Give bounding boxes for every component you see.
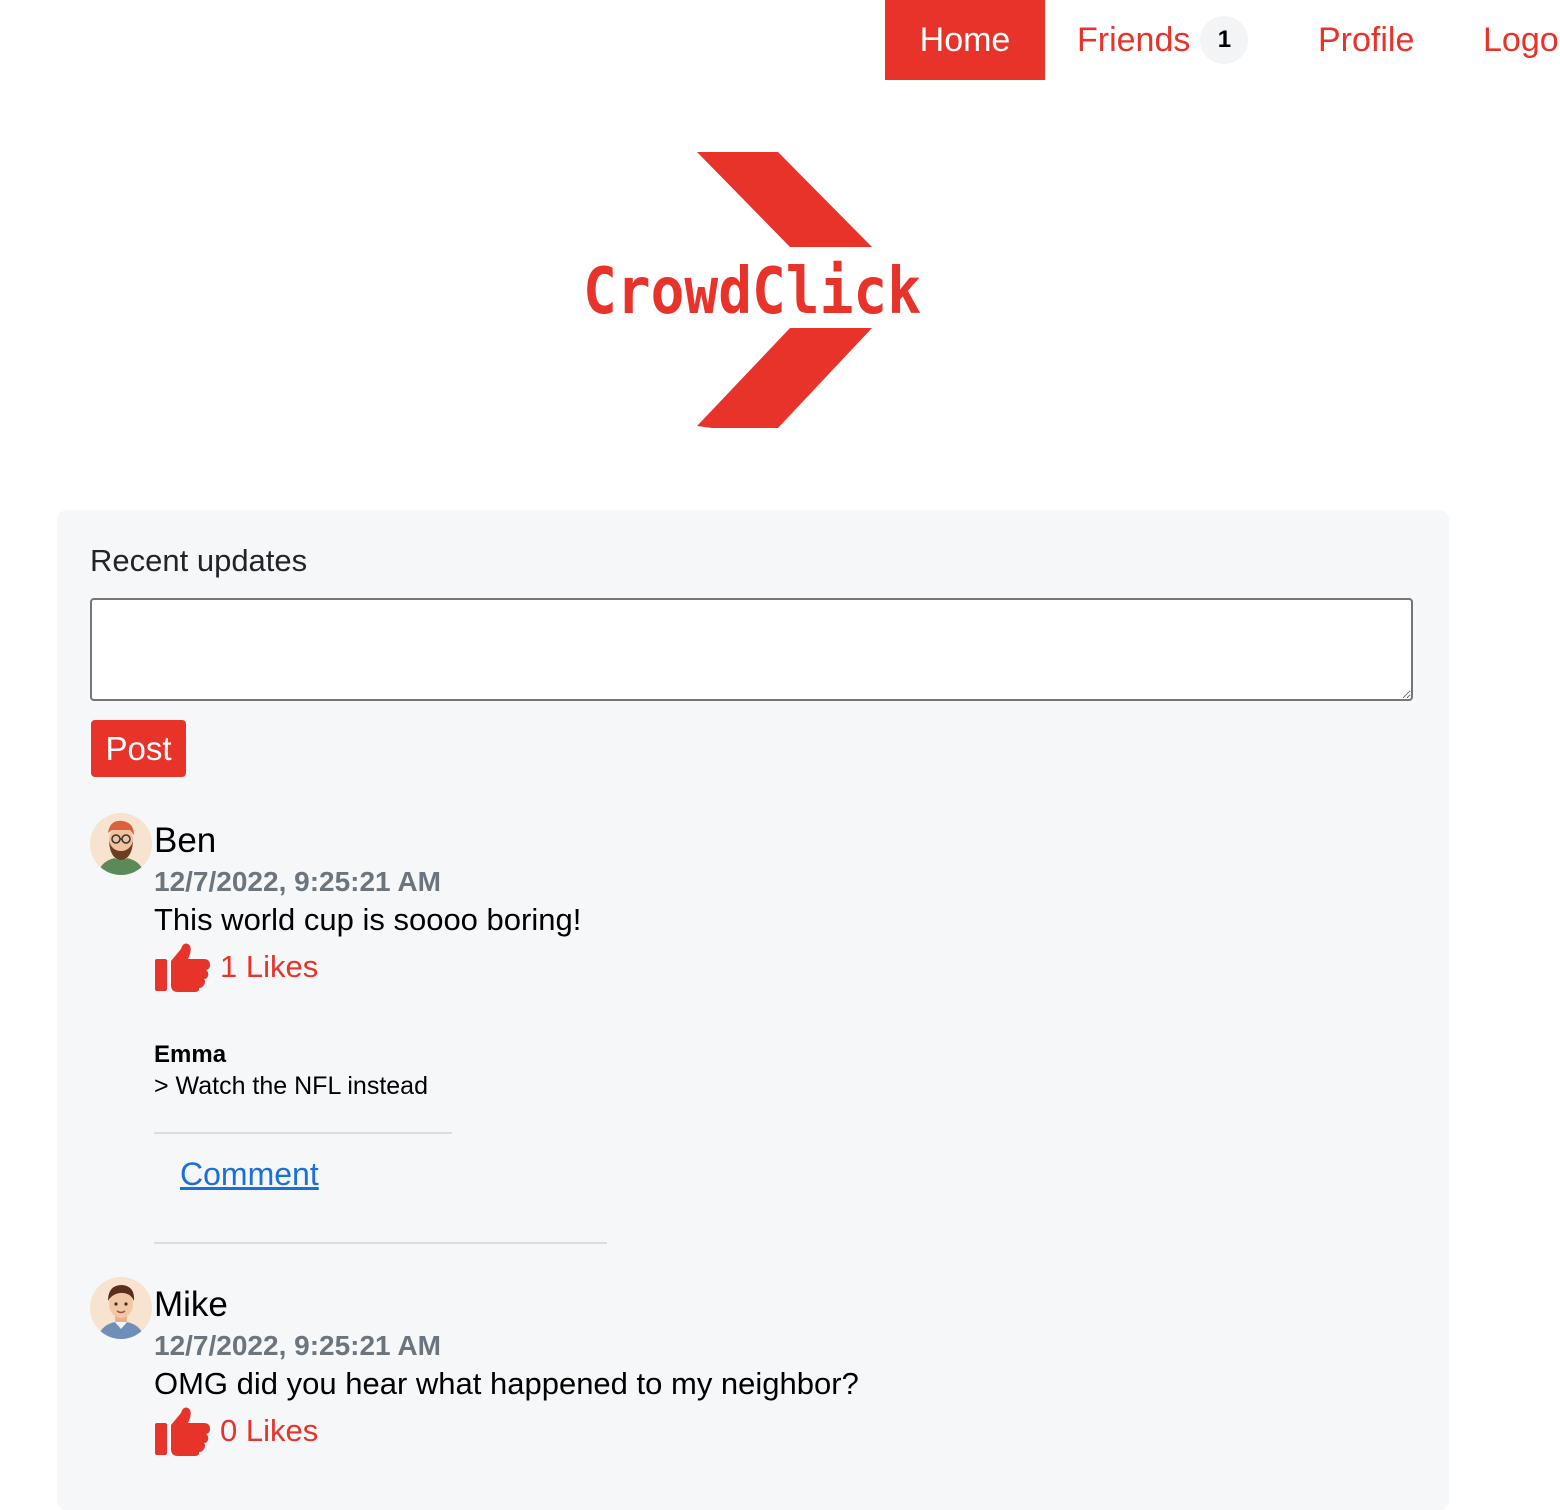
bearded-man-avatar-icon [90, 813, 152, 875]
post-input[interactable] [90, 598, 1413, 701]
nav-logout-link[interactable]: Logo [1483, 0, 1559, 80]
avatar [90, 1277, 152, 1339]
young-man-avatar-icon [90, 1277, 152, 1339]
avatar [90, 813, 152, 875]
top-nav: Home Friends 1 Profile Logo [0, 0, 1560, 80]
like-button[interactable]: 0 Likes [154, 1405, 318, 1457]
post-timestamp: 12/7/2022, 9:25:21 AM [154, 1330, 441, 1361]
comment-divider [154, 1132, 452, 1134]
post-text: This world cup is soooo boring! [154, 902, 582, 937]
post-text: OMG did you hear what happened to my nei… [154, 1366, 859, 1401]
recent-updates-card: Recent updates Post Ben 12/7/2022, 9:25:… [57, 510, 1449, 1510]
logo-wordmark: CrowdClick [583, 255, 921, 329]
post-author: Ben [154, 821, 217, 860]
comment-text: > Watch the NFL instead [154, 1072, 428, 1100]
logo-upper-chevron [697, 152, 872, 247]
like-button[interactable]: 1 Likes [154, 941, 318, 993]
logo-lower-chevron [697, 328, 872, 428]
like-count: 0 Likes [220, 1413, 319, 1448]
thumbs-up-icon [155, 943, 210, 992]
nav-home-link[interactable]: Home [885, 0, 1045, 80]
comment-link[interactable]: Comment [180, 1156, 319, 1193]
post-timestamp: 12/7/2022, 9:25:21 AM [154, 866, 441, 897]
post-author: Mike [154, 1285, 228, 1324]
nav-friends-link[interactable]: Friends 1 [1077, 0, 1249, 80]
post-divider [154, 1242, 607, 1244]
card-title: Recent updates [90, 543, 308, 578]
crowdclick-logo: CrowdClick [580, 150, 930, 430]
nav-profile-link[interactable]: Profile [1318, 0, 1414, 80]
like-count: 1 Likes [220, 949, 319, 984]
friends-count-badge: 1 [1200, 16, 1249, 64]
thumbs-up-icon [155, 1407, 210, 1456]
comment-author: Emma [154, 1041, 227, 1068]
nav-friends-label: Friends [1077, 20, 1191, 59]
post-button[interactable]: Post [91, 720, 186, 777]
